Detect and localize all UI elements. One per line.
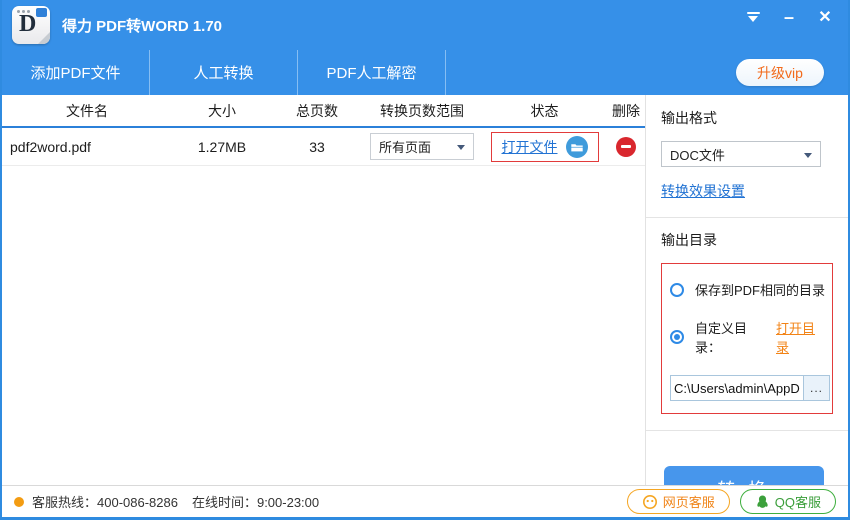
window-controls: – ✕ [744, 8, 834, 26]
collapse-tray-icon[interactable] [744, 8, 762, 26]
open-file-link[interactable]: 打开文件 [502, 137, 558, 157]
chevron-down-icon [804, 153, 812, 158]
window-title: 得力 PDF转WORD 1.70 [62, 15, 222, 36]
col-status: 状态 [482, 101, 607, 121]
total-pages-cell: 33 [272, 139, 362, 155]
custom-dir-label[interactable]: 自定义目录： [695, 318, 770, 356]
service-buttons: 网页客服 QQ客服 [627, 489, 836, 514]
same-dir-radio[interactable] [670, 283, 684, 297]
page-range-value: 所有页面 [379, 137, 431, 156]
upgrade-vip-button[interactable]: 升级vip [736, 59, 824, 86]
divider [646, 430, 848, 431]
logo-letter: D [19, 11, 36, 38]
file-size-cell: 1.27MB [172, 139, 272, 155]
output-format-select[interactable]: DOC文件 [661, 141, 821, 167]
hotline-dot-icon [14, 497, 24, 507]
output-path-input[interactable] [670, 375, 803, 401]
col-filename: 文件名 [2, 101, 172, 121]
qq-service-label: QQ客服 [775, 492, 821, 511]
app-window: D 得力 PDF转WORD 1.70 – ✕ 添加PDF文件 人工转换 PDF人… [0, 0, 850, 520]
qq-service-button[interactable]: QQ客服 [740, 489, 836, 514]
page-range-cell: 所有页面 [362, 133, 482, 160]
same-dir-label[interactable]: 保存到PDF相同的目录 [695, 280, 825, 299]
output-dir-highlight-box: 保存到PDF相同的目录 自定义目录： 打开目录 ... [661, 263, 833, 414]
close-button[interactable]: ✕ [816, 8, 834, 26]
web-service-label: 网页客服 [663, 492, 715, 511]
divider [646, 217, 848, 218]
tab-manual-convert[interactable]: 人工转换 [150, 50, 298, 95]
statusbar: 客服热线：400-086-8286 在线时间：9:00-23:00 网页客服 Q… [2, 485, 848, 517]
qq-penguin-icon [755, 494, 770, 510]
col-page-range: 转换页数范围 [362, 101, 482, 121]
output-format-value: DOC文件 [670, 145, 725, 164]
col-size: 大小 [172, 101, 272, 121]
tabbar: 添加PDF文件 人工转换 PDF人工解密 升级vip [2, 50, 848, 95]
col-total-pages: 总页数 [272, 101, 362, 121]
output-format-label: 输出格式 [661, 108, 833, 128]
output-path-row: ... [670, 375, 830, 401]
status-cell: 打开文件 [482, 132, 607, 162]
open-dir-link[interactable]: 打开目录 [776, 318, 826, 356]
output-dir-label: 输出目录 [661, 230, 833, 250]
table-row: pdf2word.pdf 1.27MB 33 所有页面 打开文件 [2, 128, 645, 166]
logo-fold-corner [38, 32, 50, 44]
open-folder-icon[interactable] [566, 136, 588, 158]
tab-add-pdf[interactable]: 添加PDF文件 [2, 50, 150, 95]
minimize-button[interactable]: – [780, 8, 798, 26]
table-header-row: 文件名 大小 总页数 转换页数范围 状态 删除 [2, 95, 645, 128]
hotline-text: 客服热线：400-086-8286 [32, 492, 178, 511]
delete-cell [607, 137, 645, 157]
delete-row-button[interactable] [616, 137, 636, 157]
web-service-button[interactable]: 网页客服 [627, 489, 730, 514]
settings-panel: 输出格式 DOC文件 转换效果设置 输出目录 保存到PDF相同的目录 自定义目录… [645, 95, 848, 486]
tab-pdf-decrypt[interactable]: PDF人工解密 [298, 50, 446, 95]
online-time-text: 在线时间：9:00-23:00 [192, 492, 319, 511]
file-table: 文件名 大小 总页数 转换页数范围 状态 删除 pdf2word.pdf 1.2… [2, 95, 645, 486]
custom-dir-option: 自定义目录： 打开目录 [670, 318, 826, 356]
browse-button[interactable]: ... [803, 375, 830, 401]
col-delete: 删除 [607, 101, 645, 121]
chevron-down-icon [457, 145, 465, 150]
custom-dir-radio[interactable] [670, 330, 684, 344]
same-dir-option: 保存到PDF相同的目录 [670, 280, 826, 299]
smiley-chat-icon [642, 494, 658, 510]
app-logo-icon: D [12, 6, 50, 44]
file-name-cell: pdf2word.pdf [2, 139, 172, 155]
conversion-effect-link[interactable]: 转换效果设置 [661, 181, 745, 201]
status-highlight-box: 打开文件 [491, 132, 599, 162]
titlebar: D 得力 PDF转WORD 1.70 – ✕ [2, 0, 848, 50]
logo-tag [36, 8, 47, 17]
main-content: 文件名 大小 总页数 转换页数范围 状态 删除 pdf2word.pdf 1.2… [2, 95, 848, 486]
page-range-select[interactable]: 所有页面 [370, 133, 474, 160]
